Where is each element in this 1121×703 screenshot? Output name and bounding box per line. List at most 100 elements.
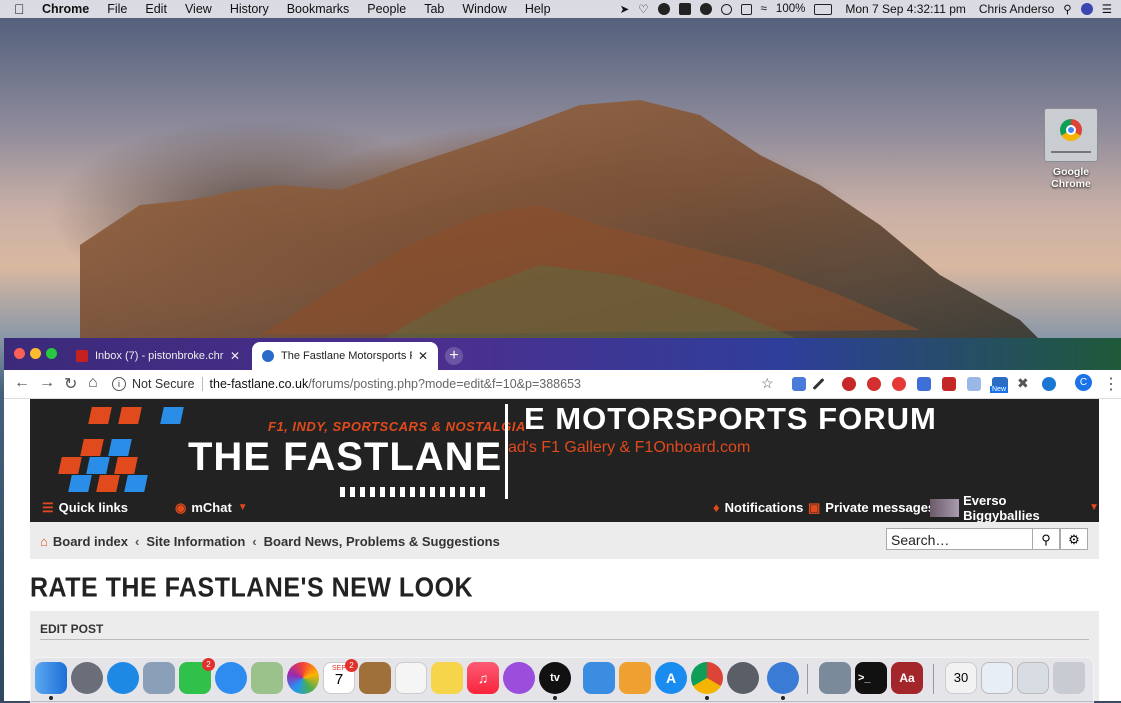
finder-icon[interactable] [35, 662, 67, 700]
reload-icon[interactable]: ↻ [64, 374, 77, 394]
wifi-icon[interactable]: ≈ [761, 3, 767, 15]
safari-icon[interactable] [107, 662, 139, 694]
airplay-icon[interactable] [740, 3, 752, 15]
downloads-stack-icon[interactable] [1017, 662, 1049, 694]
chrome-icon[interactable] [691, 662, 723, 700]
menu-bookmarks[interactable]: Bookmarks [287, 2, 350, 16]
photo-app-icon[interactable] [143, 662, 175, 694]
launchpad-icon[interactable] [71, 662, 103, 694]
reminders-icon[interactable] [395, 662, 427, 694]
site-brand[interactable]: THE FASTLANE [188, 435, 502, 480]
menu-tab[interactable]: Tab [424, 2, 444, 16]
zoom-window-button[interactable] [46, 348, 57, 359]
menu-window[interactable]: Window [462, 2, 506, 16]
maps-icon[interactable] [251, 662, 283, 694]
advanced-search-button[interactable]: ⚙ [1060, 528, 1088, 550]
location-arrow-icon[interactable]: ➤ [620, 2, 630, 16]
contacts-icon[interactable] [359, 662, 391, 694]
search-input[interactable]: Search… [886, 528, 1034, 550]
browser-menu-icon[interactable]: ⋮ [1103, 374, 1119, 394]
menu-people[interactable]: People [367, 2, 406, 16]
control-center-icon[interactable]: ☰ [1102, 2, 1112, 16]
camera-extension-icon[interactable] [917, 377, 931, 391]
address-bar[interactable]: i Not Secure the-fastlane.co.uk /forums/… [112, 373, 792, 395]
url-host[interactable]: the-fastlane.co.uk [210, 377, 309, 391]
tools-extension-icon[interactable]: ✖ [1017, 375, 1029, 392]
new-tab-button[interactable]: + [445, 347, 463, 365]
security-label[interactable]: Not Secure [132, 377, 195, 391]
profile-avatar[interactable]: C [1075, 374, 1092, 391]
desktop-icon-google-chrome[interactable]: Google Chrome [1036, 108, 1106, 190]
podcasts-icon[interactable] [503, 662, 535, 694]
battery-app-icon[interactable] [678, 3, 691, 15]
search-extension-icon[interactable] [892, 377, 906, 391]
translate-extension-icon[interactable] [792, 377, 806, 391]
keynote-icon[interactable] [583, 662, 615, 694]
page-extension-icon[interactable] [967, 377, 981, 391]
mchat-menu[interactable]: ◉ mChat ▼ [175, 500, 248, 516]
menu-view[interactable]: View [185, 2, 212, 16]
notifications-app-icon[interactable] [767, 662, 799, 700]
dictionary-icon[interactable]: Aa [891, 662, 923, 694]
notes-icon[interactable] [431, 662, 463, 694]
pen-extension-icon[interactable] [812, 377, 825, 391]
url-path[interactable]: /forums/posting.php?mode=edit&f=10&p=388… [308, 377, 581, 391]
messages-icon[interactable] [215, 662, 247, 694]
menu-file[interactable]: File [107, 2, 127, 16]
breadcrumb-site-information[interactable]: Site Information [146, 534, 245, 549]
page-title[interactable]: RATE THE FASTLANE'S NEW LOOK [30, 573, 473, 605]
close-window-button[interactable] [14, 348, 25, 359]
vpn-shield-icon[interactable] [699, 3, 712, 15]
private-messages-link[interactable]: ▣ Private messages [808, 500, 935, 516]
preview-icon[interactable] [819, 662, 851, 694]
hp-extension-icon[interactable] [1042, 377, 1056, 391]
search-button[interactable]: ⚲ [1032, 528, 1060, 550]
menu-history[interactable]: History [230, 2, 269, 16]
username-label: Everso Biggyballies [963, 492, 1040, 523]
music-icon[interactable]: ♫ [467, 662, 499, 694]
notifications-link[interactable]: ♦ Notifications [713, 500, 803, 515]
minimize-window-button[interactable] [30, 348, 41, 359]
terminal-icon[interactable]: >_ [855, 662, 887, 694]
home-icon[interactable]: ⌂ [88, 374, 98, 392]
menubar-user[interactable]: Chris Anderso [979, 2, 1054, 16]
siri-icon[interactable] [1080, 3, 1093, 15]
user-menu[interactable]: Everso Biggyballies ▼ [930, 492, 1099, 523]
system-preferences-icon[interactable] [727, 662, 759, 694]
calendar-document-icon[interactable]: 30 [945, 662, 977, 694]
forum-title: E MOTORSPORTS FORUM [524, 401, 937, 436]
forward-icon[interactable]: → [39, 374, 55, 392]
menubar-clock[interactable]: Mon 7 Sep 4:32:11 pm [845, 2, 966, 16]
breadcrumb-board-news[interactable]: Board News, Problems & Suggestions [264, 534, 500, 549]
breadcrumb-board-index[interactable]: Board index [53, 534, 128, 549]
spotlight-search-icon[interactable]: ⚲ [1063, 2, 1071, 16]
sync-icon[interactable] [720, 3, 732, 15]
creative-cloud-icon[interactable] [657, 3, 670, 15]
apple-tv-icon[interactable]: tv [539, 662, 571, 700]
quick-links-menu[interactable]: ☰ Quick links [42, 500, 128, 516]
tab-inbox[interactable]: Inbox (7) - pistonbroke.chris@ ✕ [66, 342, 250, 370]
ublock-extension-icon[interactable] [842, 377, 856, 391]
battery-icon[interactable] [814, 3, 833, 15]
adblock-plus-extension-icon[interactable] [867, 377, 881, 391]
menu-help[interactable]: Help [525, 2, 551, 16]
back-icon[interactable]: ← [14, 374, 30, 392]
app-store-icon[interactable]: A [655, 662, 687, 694]
notification-bell-icon[interactable]: ♡ [638, 2, 648, 16]
pages-icon[interactable] [619, 662, 651, 694]
tab-fastlane[interactable]: The Fastlane Motorsports Foru ✕ [252, 342, 438, 370]
trash-icon[interactable] [1053, 662, 1085, 694]
close-tab-icon[interactable]: ✕ [230, 349, 240, 363]
document-icon[interactable] [981, 662, 1013, 694]
video-extension-icon[interactable] [942, 377, 956, 391]
photos-icon[interactable] [287, 662, 319, 694]
calendar-icon[interactable]: SEP 7 2 [323, 659, 358, 694]
info-icon[interactable]: i [112, 377, 126, 391]
menu-edit[interactable]: Edit [145, 2, 167, 16]
facetime-icon[interactable]: 2 [179, 658, 215, 694]
close-tab-icon[interactable]: ✕ [418, 349, 428, 363]
bookmark-star-icon[interactable]: ☆ [761, 375, 774, 392]
apple-menu-icon[interactable]:  [14, 1, 28, 17]
battery-percent[interactable]: 100% [776, 3, 805, 15]
menu-chrome[interactable]: Chrome [42, 2, 89, 16]
